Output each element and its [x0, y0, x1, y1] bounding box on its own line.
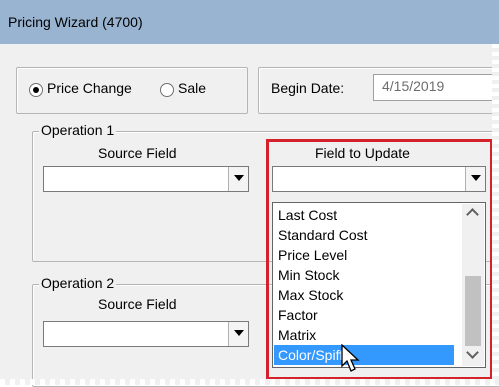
operation-2-source-dropdown-button[interactable] [228, 322, 248, 346]
scroll-down-button[interactable] [462, 346, 484, 366]
list-scrollbar[interactable] [462, 204, 484, 366]
scrollbar-thumb[interactable] [465, 276, 481, 346]
price-change-radio[interactable] [29, 83, 43, 97]
operation-1-source-combo[interactable] [43, 166, 249, 192]
title-bar: Pricing Wizard (4700) [0, 0, 499, 44]
field-to-update-dropdown-button[interactable] [465, 167, 485, 191]
chevron-down-icon [234, 175, 244, 181]
scroll-up-button[interactable] [462, 204, 484, 224]
pricing-wizard-window: Pricing Wizard (4700) Price Change Sale … [0, 0, 499, 387]
torn-edge-right [492, 44, 499, 385]
window-title: Pricing Wizard (4700) [8, 14, 143, 30]
list-item-selected[interactable]: Color/Spiff [274, 345, 454, 365]
operation-1-source-label: Source Field [98, 145, 177, 161]
begin-date-label: Begin Date: [271, 80, 345, 96]
list-item[interactable]: Standard Cost [274, 225, 454, 245]
operation-2-source-label: Source Field [98, 296, 177, 312]
list-item[interactable]: Price Level [274, 245, 454, 265]
list-item[interactable]: Factor [274, 305, 454, 325]
sale-label[interactable]: Sale [178, 80, 206, 96]
operation-2-legend: Operation 2 [39, 275, 117, 291]
list-item[interactable]: Last Cost [274, 205, 454, 225]
operation-1-source-dropdown-button[interactable] [228, 167, 248, 191]
field-to-update-list[interactable]: Last Cost Standard Cost Price Level Min … [272, 202, 486, 368]
operation-2-source-combo[interactable] [43, 321, 249, 347]
list-item[interactable]: Min Stock [274, 265, 454, 285]
chevron-up-icon [466, 208, 479, 221]
list-item[interactable]: Matrix [274, 325, 454, 345]
field-to-update-label: Field to Update [315, 145, 410, 161]
operation-1-legend: Operation 1 [39, 122, 117, 138]
sale-radio[interactable] [160, 83, 174, 97]
radio-selected-dot [33, 87, 39, 93]
begin-date-input[interactable]: 4/15/2019 [373, 74, 499, 101]
chevron-down-icon [234, 330, 244, 336]
field-to-update-combo[interactable] [272, 166, 486, 192]
torn-edge-bottom [0, 379, 499, 385]
chevron-down-icon [466, 346, 479, 359]
mouse-cursor-icon [341, 344, 360, 372]
chevron-down-icon [471, 175, 481, 181]
list-item[interactable]: Max Stock [274, 285, 454, 305]
price-change-label[interactable]: Price Change [47, 80, 132, 96]
